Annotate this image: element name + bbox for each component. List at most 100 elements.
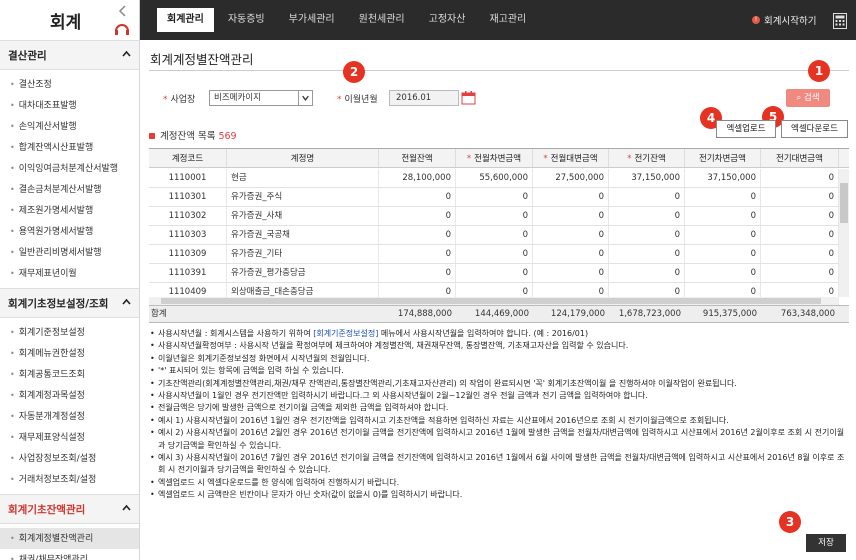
amount-cell[interactable]: 0 (456, 283, 533, 297)
amount-cell[interactable]: 0 (379, 264, 456, 282)
amount-cell[interactable]: 0 (761, 226, 839, 244)
table-row[interactable]: 1110301 유가증권_주식 0 0 0 0 0 0 (149, 188, 839, 207)
amount-cell[interactable]: 0 (685, 264, 761, 282)
sidebar-item[interactable]: 회계기준정보설정 (0, 322, 139, 343)
nav-tab-5[interactable]: 재고관리 (479, 8, 536, 32)
amount-cell[interactable]: 0 (685, 226, 761, 244)
sidebar-item[interactable]: 합계잔액시산표발행 (0, 137, 139, 158)
sidebar-item[interactable]: 회계공통코드조회 (0, 364, 139, 385)
amount-cell[interactable]: 0 (685, 207, 761, 225)
sidebar-item[interactable]: 재무제표양식설정 (0, 427, 139, 448)
amount-cell[interactable]: 0 (456, 264, 533, 282)
sidebar-item[interactable]: 회계메뉴권한설정 (0, 343, 139, 364)
amount-cell[interactable]: 0 (379, 245, 456, 263)
excel-download-button[interactable]: 엑셀다운로드 (781, 120, 848, 138)
table-row[interactable]: 1110303 유가증권_국공채 0 0 0 0 0 0 (149, 226, 839, 245)
nav-tab-4[interactable]: 고정자산 (419, 8, 476, 32)
amount-cell[interactable]: 0 (609, 283, 685, 297)
table-row[interactable]: 1110409 외상매출금_대손충당금 0 0 0 0 0 0 (149, 283, 839, 297)
amount-cell[interactable]: 0 (533, 264, 609, 282)
table-row[interactable]: 1110309 유가증권_기타 0 0 0 0 0 0 (149, 245, 839, 264)
amount-cell[interactable]: 0 (609, 207, 685, 225)
amount-cell[interactable]: 0 (609, 226, 685, 244)
amount-cell[interactable]: 0 (379, 207, 456, 225)
sidebar-item[interactable]: 일반관리비명세서발행 (0, 242, 139, 263)
sidebar-item[interactable]: 채권/채무잔액관리 (0, 549, 139, 560)
amount-cell[interactable]: 0 (379, 283, 456, 297)
headset-icon[interactable] (114, 22, 130, 36)
settings-link[interactable]: [회계기준정보설정] (313, 329, 378, 338)
table-row[interactable]: 1110302 유가증권_사채 0 0 0 0 0 0 (149, 207, 839, 226)
amount-cell[interactable]: 0 (533, 188, 609, 206)
column-header[interactable]: * 전기잔액 (609, 149, 685, 167)
search-button[interactable]: ⌕ 검색 (786, 89, 830, 107)
amount-cell[interactable]: 0 (609, 188, 685, 206)
sidebar-item[interactable]: 손익계산서발행 (0, 116, 139, 137)
amount-cell[interactable]: 0 (456, 226, 533, 244)
calculator-icon[interactable] (833, 13, 847, 29)
amount-cell[interactable]: 0 (685, 245, 761, 263)
amount-cell[interactable]: 28,100,000 (379, 169, 456, 187)
sidebar-section-header[interactable]: 결산관리 (0, 40, 139, 70)
amount-cell[interactable]: 37,150,000 (685, 169, 761, 187)
excel-upload-button[interactable]: 엑셀업로드 (716, 120, 776, 138)
chevron-left-icon[interactable] (118, 5, 128, 17)
sidebar-item[interactable]: 제조원가명세서발행 (0, 200, 139, 221)
table-row[interactable]: 1110391 유가증권_평가충당금 0 0 0 0 0 0 (149, 264, 839, 283)
vertical-scrollbar[interactable] (839, 169, 849, 297)
amount-cell[interactable]: 0 (456, 245, 533, 263)
app-logo[interactable]: 회계 (50, 8, 81, 33)
amount-cell[interactable]: 0 (609, 245, 685, 263)
sidebar-item[interactable]: 자동분개계정설정 (0, 406, 139, 427)
sidebar-section-header[interactable]: 회계기초정보설정/조회 (0, 288, 139, 318)
amount-cell[interactable]: 0 (379, 188, 456, 206)
sidebar-item[interactable]: 거래처정보조회/설정 (0, 469, 139, 490)
start-accounting-link[interactable]: ! 회계시작하기 (752, 13, 816, 27)
column-header[interactable]: * 전월대변금액 (533, 149, 609, 167)
horizontal-scrollbar[interactable] (149, 297, 839, 305)
table-row[interactable]: 1110001 현금 28,100,000 55,600,000 27,500,000 3… (149, 169, 839, 188)
column-header[interactable]: 전기대변금액 (761, 149, 839, 167)
amount-cell[interactable]: 0 (685, 188, 761, 206)
sidebar-item[interactable]: 사업장정보조회/설정 (0, 448, 139, 469)
amount-cell[interactable]: 0 (533, 245, 609, 263)
sidebar-item[interactable]: 회계계정과목설정 (0, 385, 139, 406)
nav-tab-3[interactable]: 원천세관리 (349, 8, 415, 32)
column-header[interactable]: * 전월차변금액 (456, 149, 533, 167)
amount-cell[interactable]: 0 (533, 283, 609, 297)
sidebar-item[interactable]: 결손금처분계산서발행 (0, 179, 139, 200)
sidebar-item[interactable]: 회계계정별잔액관리 (0, 528, 139, 549)
amount-cell[interactable]: 0 (761, 283, 839, 297)
month-input[interactable]: 2016.01 (389, 90, 459, 106)
amount-cell[interactable]: 27,500,000 (533, 169, 609, 187)
amount-cell[interactable]: 0 (761, 169, 839, 187)
sidebar-item[interactable]: 결산조정 (0, 74, 139, 95)
amount-cell[interactable]: 55,600,000 (456, 169, 533, 187)
column-header[interactable]: 계정코드 (149, 149, 227, 167)
sidebar-item[interactable]: 용역원가명세서발행 (0, 221, 139, 242)
amount-cell[interactable]: 0 (609, 264, 685, 282)
amount-cell[interactable]: 0 (456, 188, 533, 206)
column-header[interactable]: 전기차변금액 (685, 149, 761, 167)
amount-cell[interactable]: 37,150,000 (609, 169, 685, 187)
nav-tab-0[interactable]: 회계관리 (157, 8, 214, 32)
column-header[interactable]: 계정명 (227, 149, 379, 167)
nav-tab-2[interactable]: 부가세관리 (279, 8, 345, 32)
amount-cell[interactable]: 0 (761, 188, 839, 206)
save-button[interactable]: 저장 (806, 534, 846, 552)
column-header[interactable]: 전월잔액 (379, 149, 456, 167)
sidebar-item[interactable]: 재무제표년이월 (0, 263, 139, 284)
amount-cell[interactable]: 0 (761, 245, 839, 263)
calendar-icon[interactable] (460, 90, 477, 106)
amount-cell[interactable]: 0 (761, 207, 839, 225)
sidebar-item[interactable]: 대차대조표발행 (0, 95, 139, 116)
sidebar-section-header[interactable]: 회계기초잔액관리 (0, 494, 139, 524)
amount-cell[interactable]: 0 (761, 264, 839, 282)
sidebar-item[interactable]: 이익잉여금처분계산서발행 (0, 158, 139, 179)
amount-cell[interactable]: 0 (379, 226, 456, 244)
amount-cell[interactable]: 0 (533, 207, 609, 225)
nav-tab-1[interactable]: 자동증빙 (218, 8, 275, 32)
amount-cell[interactable]: 0 (533, 226, 609, 244)
amount-cell[interactable]: 0 (456, 207, 533, 225)
workplace-select[interactable]: 비즈메카이지 (209, 90, 313, 106)
